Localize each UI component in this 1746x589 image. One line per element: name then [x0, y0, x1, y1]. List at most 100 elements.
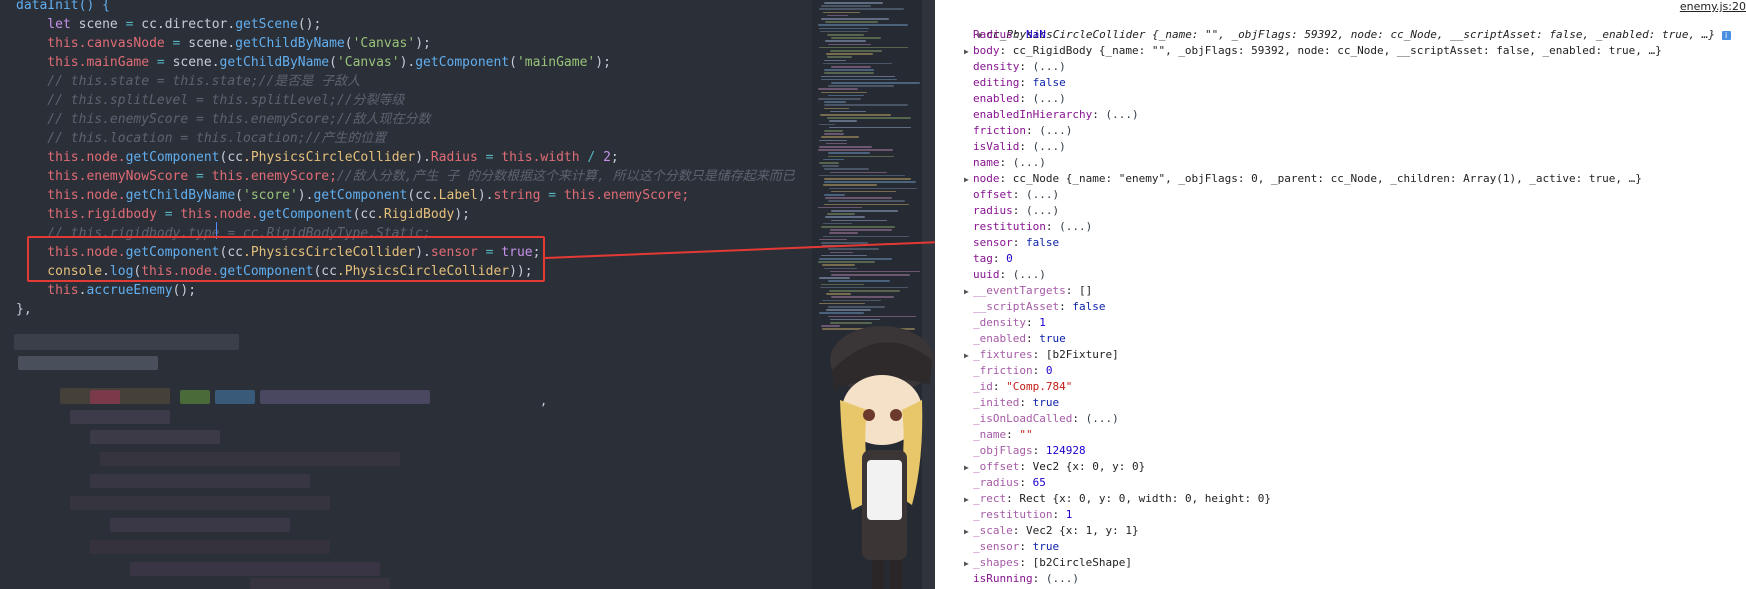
code-line[interactable]: this.accrueEnemy();: [16, 281, 196, 300]
property-key: _objFlags: [973, 444, 1033, 457]
code-line[interactable]: this.enemyNowScore = this.enemyScore;//敌…: [16, 167, 794, 186]
property-value: false: [1072, 300, 1106, 313]
minimap-line: [829, 232, 858, 234]
property-key: _inited: [973, 396, 1020, 409]
property-row[interactable]: ▶ _scale: Vec2 {x: 1, y: 1}: [964, 523, 1139, 539]
property-value[interactable]: (...): [1033, 92, 1066, 105]
property-row: isValid: (...): [964, 139, 1066, 155]
property-value: [b2Fixture]: [1045, 348, 1119, 361]
property-value[interactable]: (...): [1105, 108, 1138, 121]
minimap-line: [819, 46, 908, 49]
code-line[interactable]: let scene = cc.director.getScene();: [16, 15, 321, 34]
property-value[interactable]: (...): [1086, 412, 1119, 425]
minimap-line: [824, 101, 846, 103]
code-token: // this.location = this.location;//产生的位置: [16, 131, 387, 146]
key-separator: :: [1032, 364, 1046, 377]
code-line[interactable]: this.mainGame = scene.getChildByName('Ca…: [16, 53, 611, 72]
property-value[interactable]: (...): [1046, 572, 1079, 585]
expand-triangle-icon[interactable]: ▶: [964, 460, 973, 476]
devtools-console[interactable]: enemy.js:20 ▼ cc_PhysicsCircleCollider {_…: [935, 0, 1746, 589]
code-token: getChildByName: [235, 36, 345, 51]
code-editor[interactable]: dataInit() { let scene = cc.director.get…: [0, 0, 812, 589]
minimap-line: [830, 110, 866, 113]
property-row[interactable]: ▶ _shapes: [b2CircleShape]: [964, 555, 1132, 571]
property-value[interactable]: (...): [1059, 220, 1092, 233]
code-line[interactable]: // this.enemyScore = this.enemyScore;//敌…: [16, 110, 430, 129]
expand-triangle-icon[interactable]: ▶: [964, 348, 973, 364]
property-value[interactable]: (...): [1013, 268, 1046, 281]
minimap-line: [828, 280, 890, 282]
property-value[interactable]: (...): [1033, 140, 1066, 153]
property-value[interactable]: (...): [1026, 204, 1059, 217]
minimap-line: [823, 11, 860, 14]
property-value[interactable]: (...): [1039, 124, 1072, 137]
code-line[interactable]: dataInit() {: [16, 0, 110, 15]
code-token: cc: [227, 150, 243, 165]
info-icon[interactable]: i: [1721, 30, 1731, 40]
property-row[interactable]: ▶ body: cc_RigidBody {_name: "", _objFlag…: [964, 43, 1662, 59]
minimap-line: [820, 286, 908, 289]
code-line[interactable]: this.node.getChildByName('score').getCom…: [16, 186, 689, 205]
property-row[interactable]: ▶ __eventTargets: []: [964, 283, 1092, 299]
key-separator: :: [999, 44, 1013, 57]
object-header[interactable]: ▼ cc_PhysicsCircleCollider {_name: "", _o…: [951, 11, 1731, 41]
code-token: 'Canvas': [336, 55, 400, 70]
code-token: );: [454, 207, 471, 222]
minimap-line: [821, 283, 864, 286]
minimap-line: [824, 59, 846, 62]
expand-triangle-icon[interactable]: ▶: [964, 172, 973, 188]
code-line[interactable]: this.rigidbody = this.node.getComponent(…: [16, 205, 470, 224]
property-row: _restitution: 1: [964, 507, 1072, 523]
minimap-line: [819, 139, 847, 142]
property-row[interactable]: ▶ _fixtures: [b2Fixture]: [964, 347, 1119, 363]
property-key: body: [973, 44, 1000, 57]
property-value[interactable]: (...): [1026, 188, 1059, 201]
property-row: restitution: (...): [964, 219, 1092, 235]
key-separator: :: [1019, 556, 1033, 569]
code-line[interactable]: this.node.getComponent(cc.PhysicsCircleC…: [16, 148, 618, 167]
expand-triangle-icon[interactable]: ▶: [964, 556, 973, 572]
minimap-line: [818, 88, 858, 90]
code-token: 'Canvas': [352, 36, 416, 51]
code-token: );: [595, 55, 611, 70]
property-key: radius: [973, 204, 1013, 217]
property-key: _isOnLoadCalled: [973, 412, 1073, 425]
property-value[interactable]: (...): [1033, 60, 1066, 73]
expand-triangle-icon[interactable]: ▶: [964, 284, 973, 300]
expand-triangle-icon[interactable]: ▶: [964, 492, 973, 508]
property-row: _objFlags: 124928: [964, 443, 1086, 459]
code-line[interactable]: },: [16, 300, 32, 319]
property-key: offset: [973, 188, 1013, 201]
code-token: this: [501, 150, 533, 165]
minimap-line: [821, 75, 895, 78]
property-value: Vec2 {x: 0, y: 0}: [1032, 460, 1146, 473]
property-key: _rect: [973, 492, 1007, 505]
code-token: Radius: [430, 150, 478, 165]
annotation-arrow: [545, 236, 965, 259]
property-value: 1: [1065, 508, 1073, 521]
minimap-line: [823, 158, 844, 161]
code-line[interactable]: // this.location = this.location;//产生的位置: [16, 129, 386, 148]
expand-triangle-icon[interactable]: ▶: [964, 524, 973, 540]
property-row[interactable]: ▶ node: cc_Node {_name: "enemy", _objFlag…: [964, 171, 1642, 187]
property-row[interactable]: ▶ _rect: Rect {x: 0, y: 0, width: 0, heig…: [964, 491, 1271, 507]
property-row[interactable]: ▶ _offset: Vec2 {x: 0, y: 0}: [964, 459, 1145, 475]
minimap-line: [827, 213, 855, 215]
code-line[interactable]: // this.state = this.state;//是否是 子敌人: [16, 72, 360, 91]
property-key: __eventTargets: [973, 284, 1066, 297]
minimap-line: [819, 146, 872, 148]
code-token: =: [149, 55, 173, 70]
property-key: _scale: [973, 524, 1013, 537]
property-value[interactable]: (...): [1013, 156, 1046, 169]
property-row: _friction: 0: [964, 363, 1052, 379]
code-line[interactable]: this.canvasNode = scene.getChildByName('…: [16, 34, 431, 53]
code-token: this: [180, 207, 212, 222]
key-separator: :: [1012, 204, 1026, 217]
property-key: enabled: [973, 92, 1020, 105]
expand-triangle-icon[interactable]: ▶: [964, 44, 973, 60]
code-line[interactable]: // this.splitLevel = this.splitLevel;//分…: [16, 91, 404, 110]
property-key: _fixtures: [973, 348, 1033, 361]
code-token: getComponent: [125, 150, 220, 165]
